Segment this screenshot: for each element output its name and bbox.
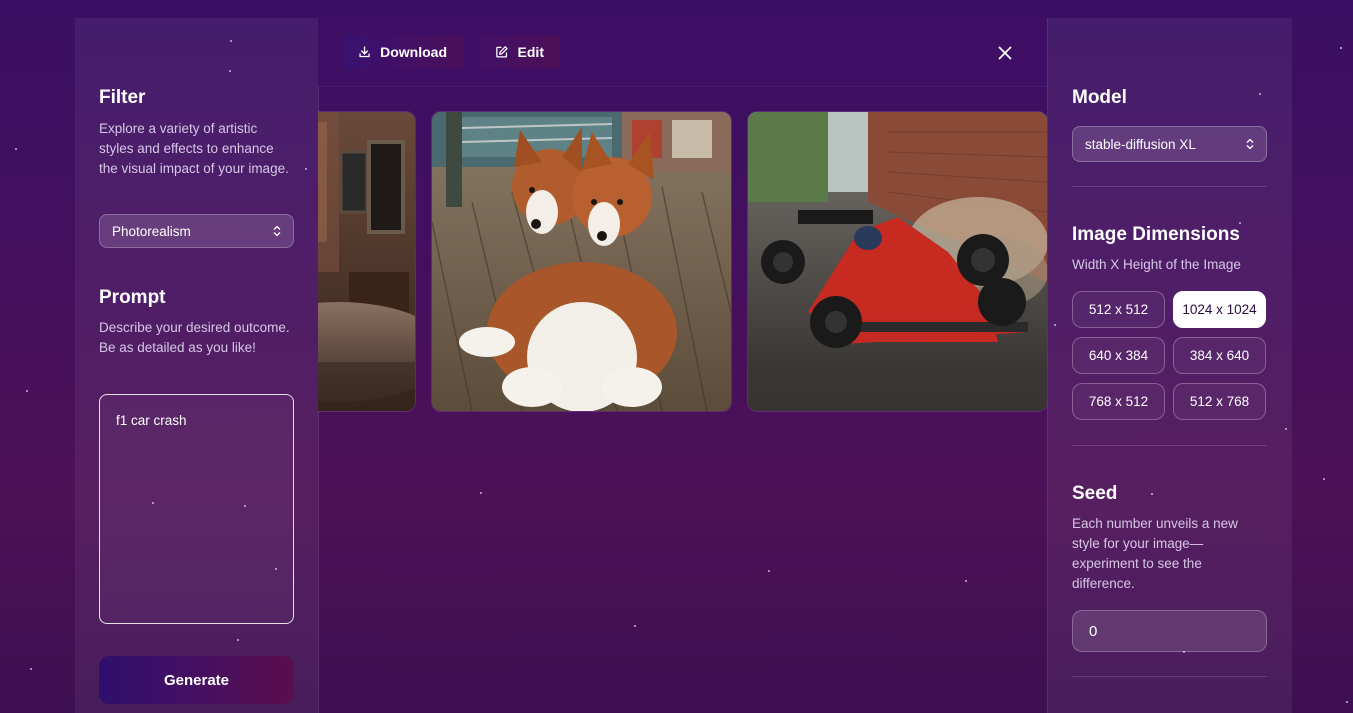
model-title: Model [1072,87,1127,108]
chevron-up-down-icon [273,224,281,238]
prompt-title: Prompt [99,287,166,308]
dimension-option-768x512[interactable]: 768 x 512 [1072,383,1165,420]
dimensions-title: Image Dimensions [1072,224,1240,245]
dimension-option-640x384[interactable]: 640 x 384 [1072,337,1165,374]
divider [1072,186,1267,187]
prompt-description: Describe your desired outcome. Be as det… [99,320,290,355]
prompt-text: f1 car crash [116,413,187,428]
edit-icon [496,46,508,58]
prompt-textarea[interactable]: f1 car crash [99,394,294,624]
divider [1072,676,1267,677]
filter-select[interactable]: Photorealism [99,214,294,248]
dimension-option-384x640[interactable]: 384 x 640 [1173,337,1266,374]
image-gallery [318,86,1047,713]
gallery-image-f1-car[interactable] [747,111,1047,412]
filter-title: Filter [99,87,146,108]
gallery-image-cafe[interactable] [318,111,416,412]
seed-title: Seed [1072,483,1118,504]
dimension-option-512x512[interactable]: 512 x 512 [1072,291,1165,328]
generate-button[interactable]: Generate [99,656,294,704]
left-sidebar: Filter Explore a variety of artistic sty… [75,18,319,713]
download-icon [359,46,370,58]
image-toolbar: Download Edit [318,18,1047,87]
right-sidebar: Model stable-diffusion XL Image Dimensio… [1047,18,1292,713]
seed-value: 0 [1089,622,1098,640]
download-button[interactable]: Download [342,35,463,69]
model-select[interactable]: stable-diffusion XL [1072,126,1267,162]
seed-input[interactable]: 0 [1072,610,1267,652]
filter-description: Explore a variety of artistic styles and… [99,121,289,176]
chevron-up-down-icon [1246,137,1254,151]
close-icon[interactable] [994,42,1016,64]
seed-description: Each number unveils a new style for your… [1072,516,1238,591]
filter-select-value: Photorealism [112,223,191,239]
edit-button[interactable]: Edit [479,35,560,69]
f1-car-image [748,112,1047,411]
model-select-value: stable-diffusion XL [1085,136,1196,152]
dimension-option-512x768[interactable]: 512 x 768 [1173,383,1266,420]
gallery-image-dogs[interactable] [431,111,732,412]
edit-label: Edit [517,44,544,60]
divider [1072,445,1267,446]
download-label: Download [380,44,447,60]
two-dogs-image [432,112,731,411]
cafe-interior-image [318,112,415,411]
dimension-option-1024x1024[interactable]: 1024 x 1024 [1173,291,1266,328]
dimensions-description: Width X Height of the Image [1072,257,1241,272]
